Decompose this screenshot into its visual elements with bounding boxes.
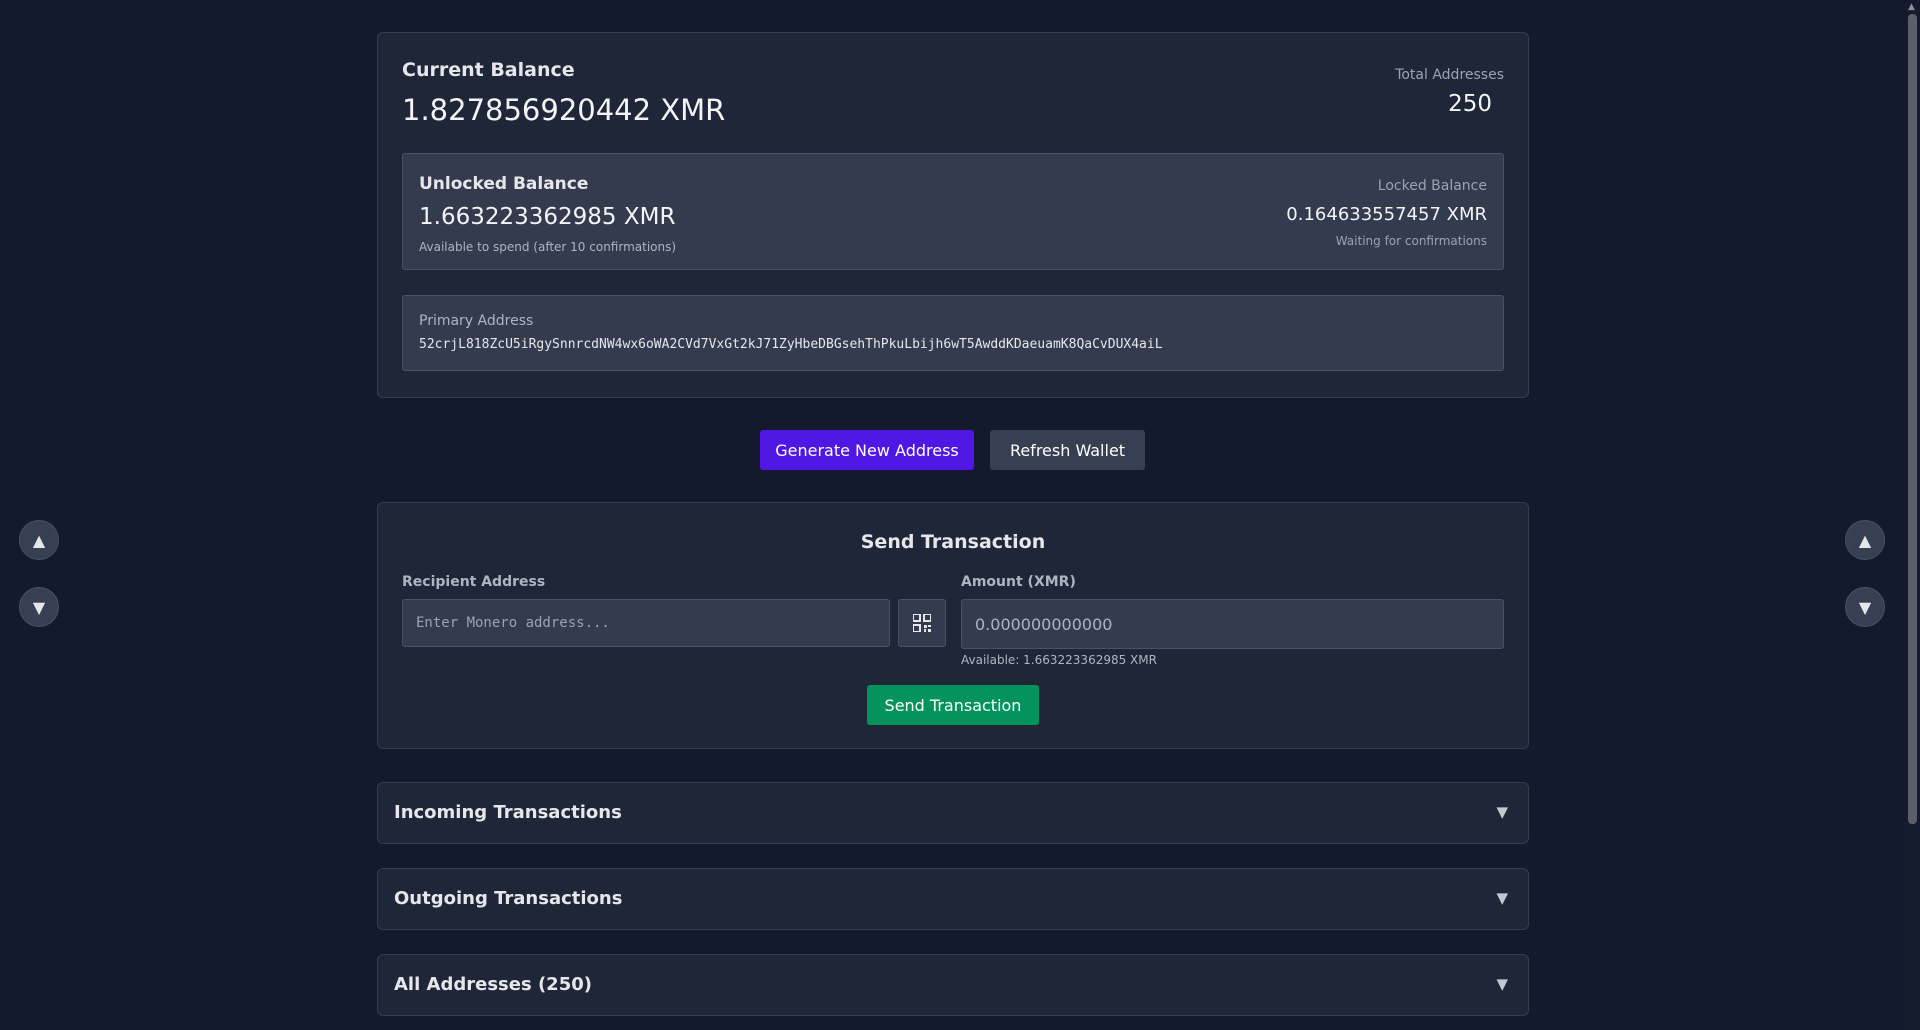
all-addresses-title: All Addresses (250) bbox=[394, 974, 592, 995]
qr-code-icon bbox=[913, 614, 931, 632]
qr-scan-button[interactable] bbox=[898, 599, 946, 647]
incoming-transactions-title: Incoming Transactions bbox=[394, 802, 622, 823]
total-addresses-value: 250 bbox=[1448, 91, 1492, 117]
unlocked-balance-value: 1.663223362985 XMR bbox=[419, 204, 676, 230]
scroll-up-right-button[interactable]: ▲ bbox=[1845, 520, 1885, 560]
scrollbar-up-arrow-icon[interactable]: ▲ bbox=[1908, 2, 1915, 12]
all-addresses-section[interactable]: All Addresses (250) ▼ bbox=[377, 954, 1529, 1016]
balance-card: Current Balance 1.827856920442 XMR Total… bbox=[377, 32, 1529, 398]
outgoing-transactions-title: Outgoing Transactions bbox=[394, 888, 623, 909]
scroll-down-left-button[interactable]: ▼ bbox=[19, 587, 59, 627]
generate-address-button[interactable]: Generate New Address bbox=[760, 430, 974, 470]
primary-address-label: Primary Address bbox=[419, 313, 534, 329]
locked-balance-label: Locked Balance bbox=[1377, 178, 1487, 194]
primary-address-value[interactable]: 52crjL818ZcU5iRgySnnrcdNW4wx6oWA2CVd7VxG… bbox=[419, 337, 1163, 352]
scroll-up-left-button[interactable]: ▲ bbox=[19, 520, 59, 560]
send-transaction-card: Send Transaction Recipient Address Amoun… bbox=[377, 502, 1529, 749]
arrow-down-icon: ▼ bbox=[32, 597, 46, 617]
arrow-up-icon: ▲ bbox=[1858, 530, 1872, 550]
current-balance-value: 1.827856920442 XMR bbox=[402, 93, 726, 127]
arrow-up-icon: ▲ bbox=[32, 530, 46, 550]
unlocked-balance-box: Unlocked Balance 1.663223362985 XMR Avai… bbox=[402, 153, 1504, 270]
unlocked-balance-label: Unlocked Balance bbox=[419, 174, 589, 194]
available-balance-note: Available: 1.663223362985 XMR bbox=[961, 653, 1157, 667]
chevron-down-icon: ▼ bbox=[1496, 975, 1508, 993]
refresh-wallet-button[interactable]: Refresh Wallet bbox=[990, 430, 1145, 470]
primary-address-box: Primary Address 52crjL818ZcU5iRgySnnrcdN… bbox=[402, 295, 1504, 371]
total-addresses-label: Total Addresses bbox=[1395, 67, 1504, 83]
chevron-down-icon: ▼ bbox=[1496, 803, 1508, 821]
scroll-down-right-button[interactable]: ▼ bbox=[1845, 587, 1885, 627]
incoming-transactions-section[interactable]: Incoming Transactions ▼ bbox=[377, 782, 1529, 844]
recipient-address-input[interactable] bbox=[402, 599, 890, 647]
arrow-down-icon: ▼ bbox=[1858, 597, 1872, 617]
locked-balance-value: 0.164633557457 XMR bbox=[1286, 204, 1487, 225]
outgoing-transactions-section[interactable]: Outgoing Transactions ▼ bbox=[377, 868, 1529, 930]
wallet-page: Current Balance 1.827856920442 XMR Total… bbox=[0, 0, 1920, 1030]
amount-label: Amount (XMR) bbox=[961, 574, 1076, 590]
send-transaction-title: Send Transaction bbox=[860, 531, 1046, 553]
amount-input[interactable] bbox=[961, 599, 1504, 649]
chevron-down-icon: ▼ bbox=[1496, 889, 1508, 907]
send-transaction-button[interactable]: Send Transaction bbox=[867, 685, 1039, 725]
recipient-address-label: Recipient Address bbox=[402, 574, 546, 590]
locked-balance-note: Waiting for confirmations bbox=[1335, 234, 1487, 248]
scrollbar-thumb[interactable] bbox=[1908, 14, 1917, 824]
unlocked-balance-note: Available to spend (after 10 confirmatio… bbox=[419, 240, 677, 254]
current-balance-label: Current Balance bbox=[402, 59, 575, 81]
